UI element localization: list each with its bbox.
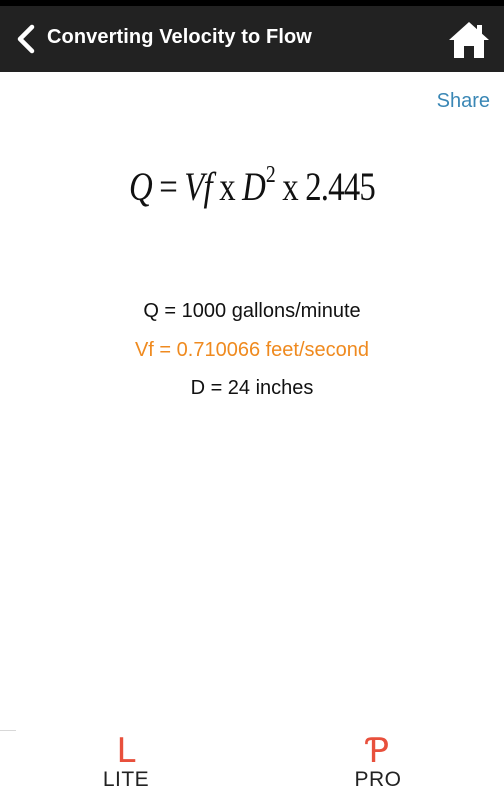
- formula-vf: Vf: [184, 164, 212, 209]
- app-header: Converting Velocity to Flow: [0, 6, 504, 72]
- formula-times-2: x: [274, 164, 306, 209]
- lite-icon: L: [116, 731, 136, 771]
- formula-equals: =: [151, 164, 185, 209]
- tab-lite-label: LITE: [102, 768, 150, 791]
- formula-image: Q = Vf x D2 x 2.445: [0, 162, 504, 222]
- back-button[interactable]: [8, 20, 44, 58]
- result-flow: Q = 1000 gallons/minute: [143, 300, 361, 322]
- formula-d: D: [242, 164, 266, 209]
- divider: [0, 730, 16, 731]
- page-title: Converting Velocity to Flow: [47, 26, 312, 48]
- tab-pro[interactable]: Ƥ PRO: [318, 734, 438, 798]
- result-diameter: D = 24 inches: [190, 377, 314, 399]
- formula-q: Q: [129, 164, 153, 209]
- tab-pro-label: PRO: [354, 768, 402, 791]
- formula-times-1: x: [211, 164, 243, 209]
- pro-icon: Ƥ: [366, 731, 390, 771]
- tab-lite[interactable]: L LITE: [66, 734, 186, 798]
- share-link[interactable]: Share: [437, 90, 490, 113]
- formula-constant: 2.445: [305, 164, 376, 209]
- home-button[interactable]: [446, 18, 492, 62]
- home-icon: [449, 22, 489, 58]
- result-velocity: Vf = 0.710066 feet/second: [134, 339, 370, 361]
- chevron-left-icon: [17, 24, 35, 54]
- formula-exponent: 2: [265, 162, 276, 188]
